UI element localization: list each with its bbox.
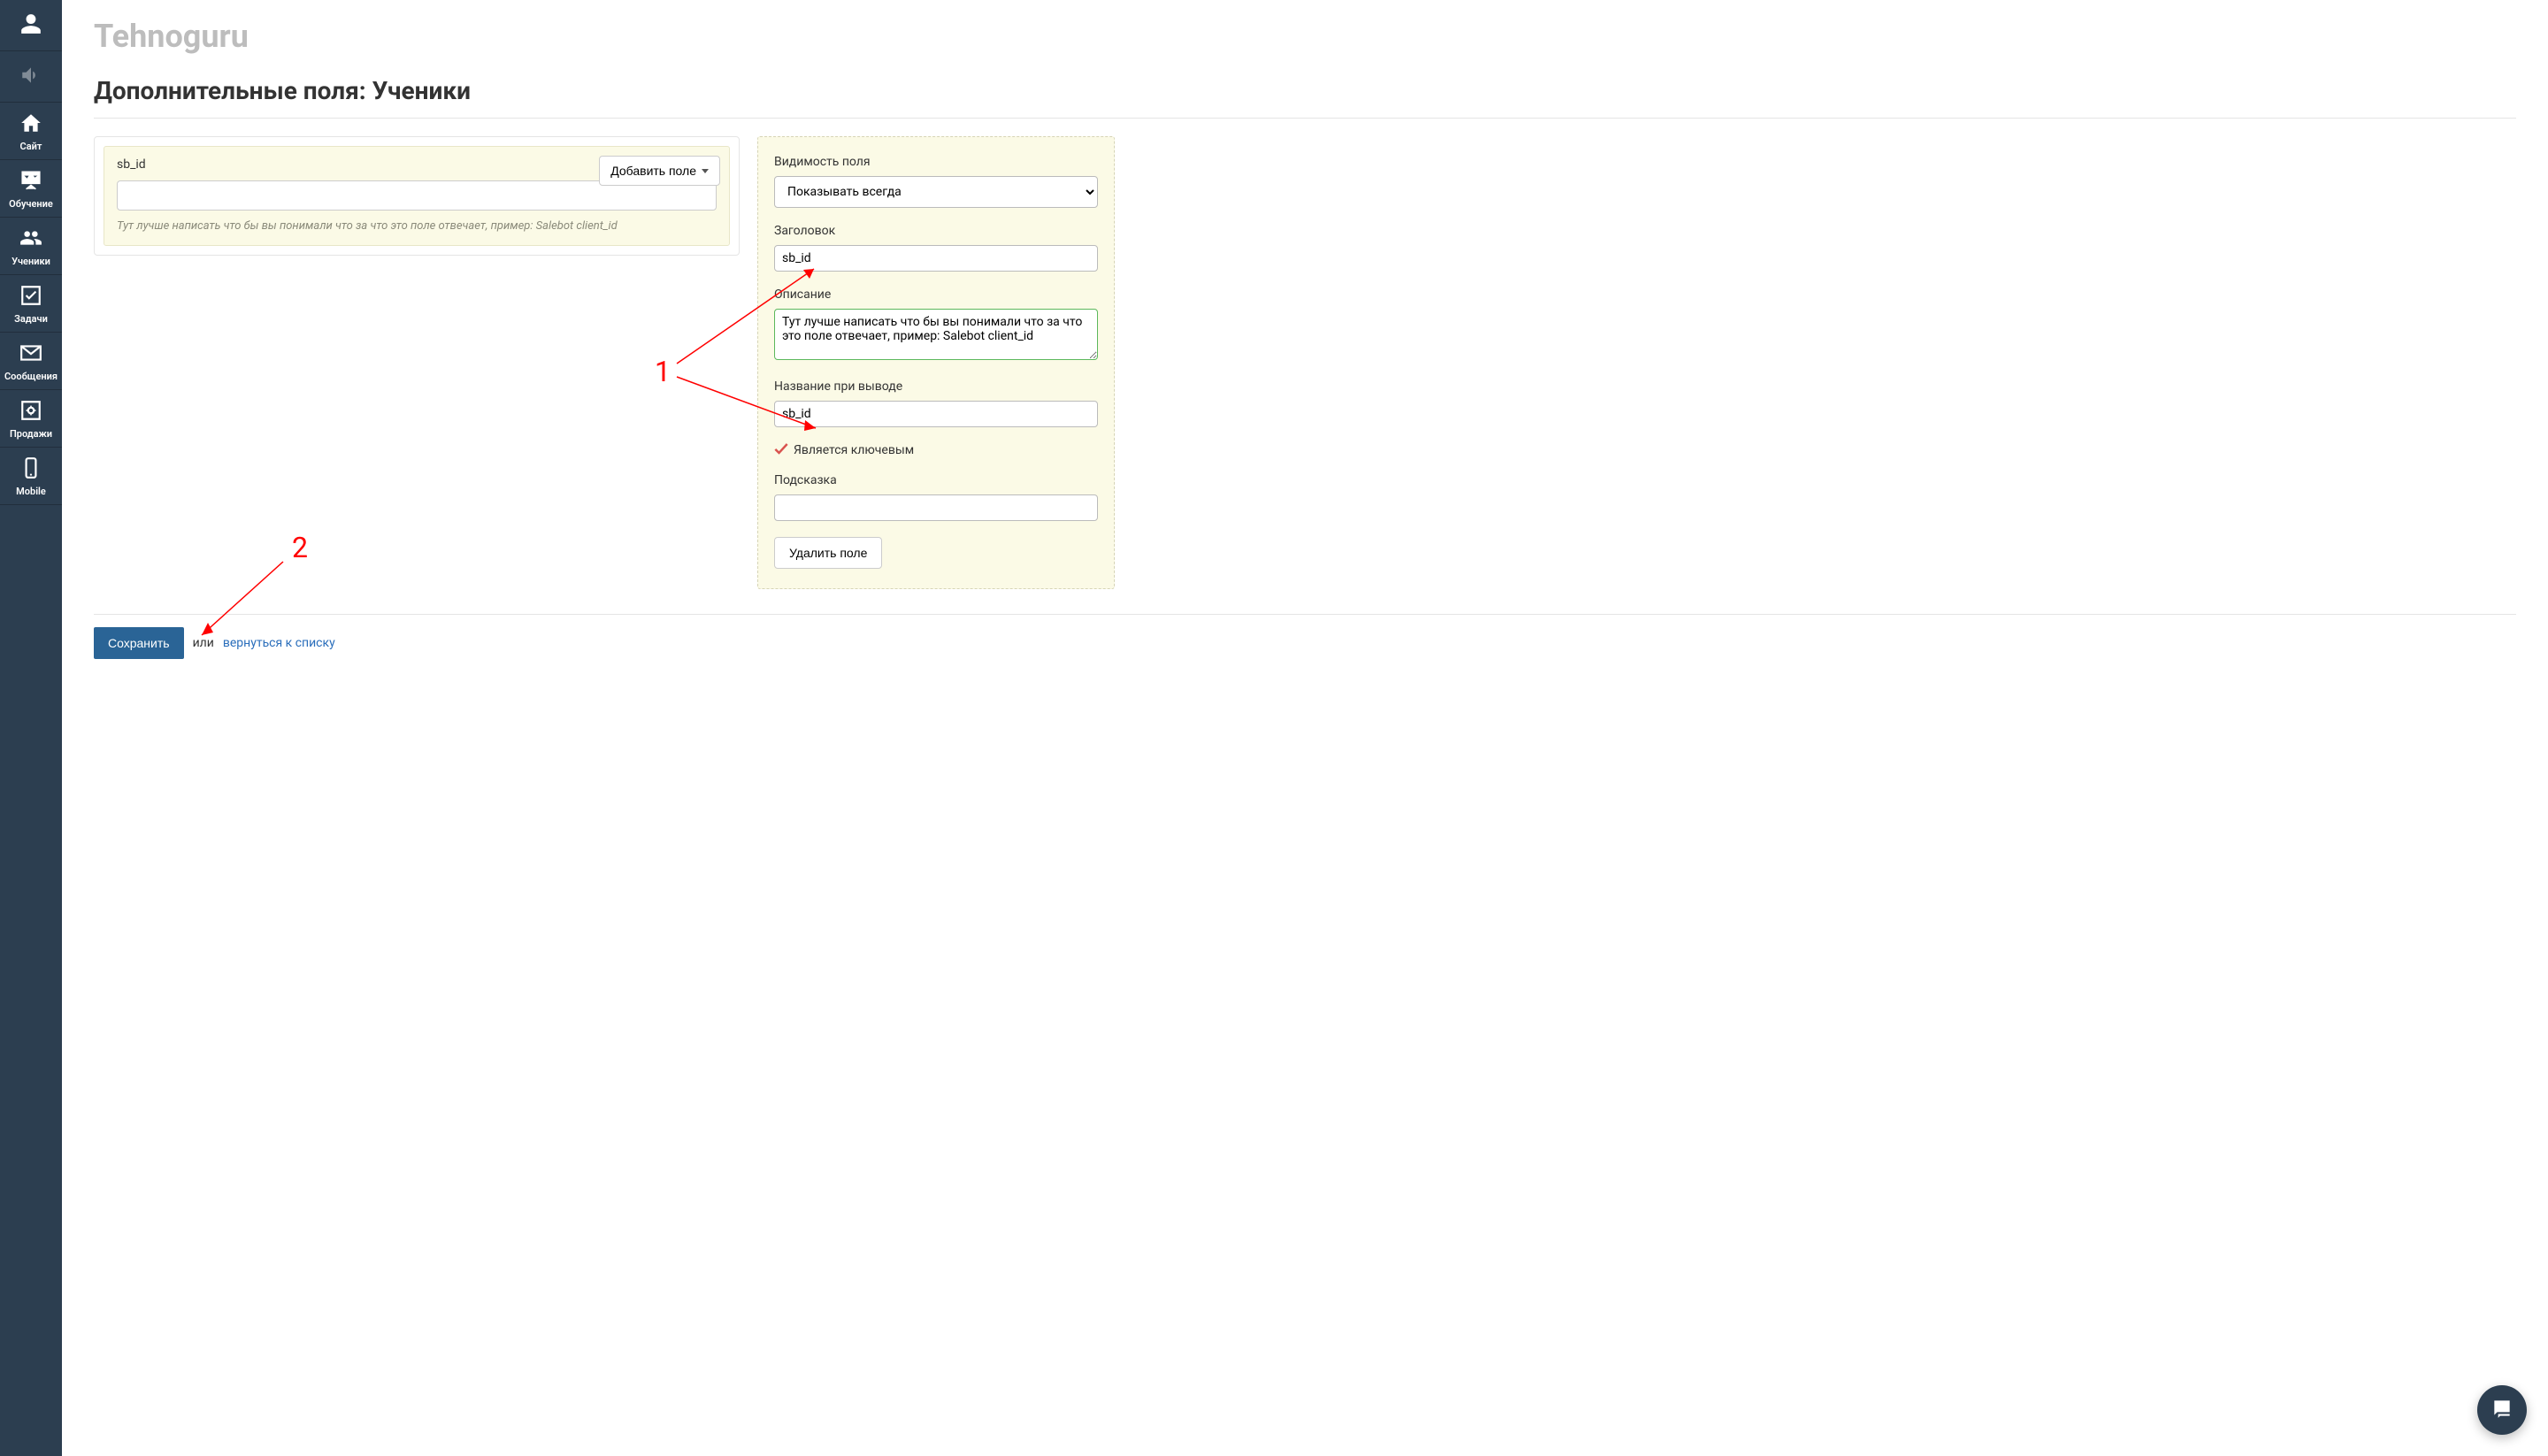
save-button[interactable]: Сохранить: [94, 627, 184, 659]
title-input[interactable]: [774, 245, 1098, 272]
sidebar: Сайт Обучение Ученики Задачи Сообщения: [0, 0, 62, 1456]
sidebar-item-students[interactable]: Ученики: [0, 218, 62, 275]
sidebar-label: Mobile: [16, 486, 46, 497]
visibility-label: Видимость поля: [774, 155, 1098, 169]
delete-field-button[interactable]: Удалить поле: [774, 537, 882, 569]
tooltip-label: Подсказка: [774, 473, 1098, 487]
page-title: Дополнительные поля: Ученики: [94, 76, 2516, 105]
output-name-input[interactable]: [774, 401, 1098, 427]
description-textarea[interactable]: Тут лучше написать что бы вы понимали чт…: [774, 309, 1098, 360]
back-to-list-link[interactable]: вернуться к списку: [223, 636, 335, 650]
sidebar-label: Сообщения: [4, 371, 58, 382]
sidebar-label: Обучение: [9, 198, 53, 210]
sidebar-item-sales[interactable]: Продажи: [0, 390, 62, 448]
sidebar-label: Сайт: [20, 141, 42, 152]
visibility-select[interactable]: Показывать всегда: [774, 176, 1098, 208]
user-icon: [19, 12, 42, 38]
sidebar-label: Продажи: [10, 428, 52, 440]
is-key-checkbox-row[interactable]: Является ключевым: [774, 443, 1098, 457]
divider: [94, 614, 2516, 615]
sidebar-item-messages[interactable]: Сообщения: [0, 333, 62, 390]
field-preview-panel: Добавить поле sb_id Тут лучше написать ч…: [94, 136, 740, 256]
home-icon: [19, 111, 42, 137]
chat-icon: [2490, 1397, 2513, 1423]
add-field-button[interactable]: Добавить поле: [599, 156, 720, 186]
is-key-label: Является ключевым: [794, 443, 914, 457]
sidebar-item-mobile[interactable]: Mobile: [0, 448, 62, 505]
footer-actions: Сохранить или вернуться к списку: [94, 627, 2516, 659]
safe-icon: [19, 399, 42, 425]
sidebar-label: Задачи: [14, 313, 48, 325]
group-icon: [19, 226, 42, 252]
check-icon: [19, 284, 42, 310]
output-name-label: Название при выводе: [774, 379, 1098, 394]
sidebar-label: Ученики: [12, 256, 50, 267]
or-text: или: [193, 636, 214, 650]
field-block[interactable]: Добавить поле sb_id Тут лучше написать ч…: [104, 146, 730, 246]
add-field-label: Добавить поле: [610, 164, 696, 178]
divider: [94, 118, 2516, 119]
board-icon: [19, 169, 42, 195]
field-hint: Тут лучше написать что бы вы понимали чт…: [117, 219, 717, 233]
main-content: Tehnoguru Дополнительные поля: Ученики Д…: [62, 0, 2548, 1456]
field-settings-panel: Видимость поля Показывать всегда Заголов…: [757, 136, 1115, 589]
sidebar-item-site[interactable]: Сайт: [0, 103, 62, 160]
title-label: Заголовок: [774, 224, 1098, 238]
sidebar-item-sound[interactable]: [0, 51, 62, 103]
sidebar-item-training[interactable]: Обучение: [0, 160, 62, 218]
mail-icon: [19, 341, 42, 367]
brand-title: Tehnoguru: [94, 18, 2516, 55]
sidebar-item-profile[interactable]: [0, 0, 62, 51]
speaker-icon: [19, 64, 42, 89]
sidebar-item-tasks[interactable]: Задачи: [0, 275, 62, 333]
checkmark-icon: [774, 443, 788, 457]
chevron-down-icon: [702, 169, 709, 173]
phone-icon: [19, 456, 42, 482]
tooltip-input[interactable]: [774, 494, 1098, 521]
chat-fab[interactable]: [2477, 1385, 2527, 1435]
description-label: Описание: [774, 287, 1098, 302]
